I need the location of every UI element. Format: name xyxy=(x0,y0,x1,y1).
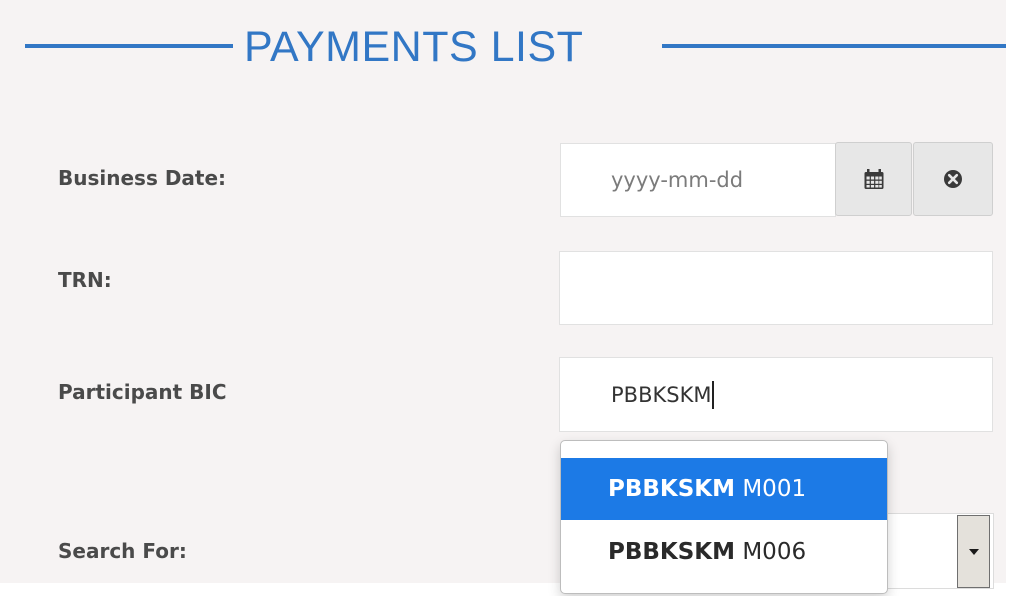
page-title: PAYMENTS LIST xyxy=(244,23,584,71)
participant-bic-input[interactable]: PBBKSKM xyxy=(559,357,993,432)
page-margin xyxy=(1006,0,1019,596)
search-for-dropdown-button[interactable] xyxy=(957,515,990,588)
autocomplete-option-m006[interactable]: PBBKSKM M006 xyxy=(561,521,887,583)
option-rest-text: M006 xyxy=(735,539,807,565)
trn-label: TRN: xyxy=(58,268,112,292)
business-date-label: Business Date: xyxy=(58,166,227,190)
business-date-placeholder: yyyy-mm-dd xyxy=(611,168,744,192)
circle-x-icon xyxy=(944,170,962,188)
calendar-icon xyxy=(864,169,883,189)
business-date-input[interactable]: yyyy-mm-dd xyxy=(560,143,836,217)
option-match-text: PBBKSKM xyxy=(608,539,736,565)
option-match-text: PBBKSKM xyxy=(608,476,736,502)
participant-bic-label: Participant BIC xyxy=(58,380,227,404)
caret-down-icon xyxy=(968,548,979,555)
title-rule-right xyxy=(662,44,1006,48)
participant-bic-value: PBBKSKM xyxy=(611,382,712,407)
trn-input[interactable] xyxy=(559,251,993,325)
search-for-label: Search For: xyxy=(58,539,187,563)
bic-autocomplete-dropdown: PBBKSKM M001 PBBKSKM M006 xyxy=(560,440,888,594)
clear-date-button[interactable] xyxy=(913,142,993,216)
calendar-button[interactable] xyxy=(835,142,912,216)
text-caret xyxy=(712,380,714,409)
autocomplete-option-m001[interactable]: PBBKSKM M001 xyxy=(561,458,887,520)
title-rule-left xyxy=(25,44,233,48)
option-rest-text: M001 xyxy=(735,476,807,502)
